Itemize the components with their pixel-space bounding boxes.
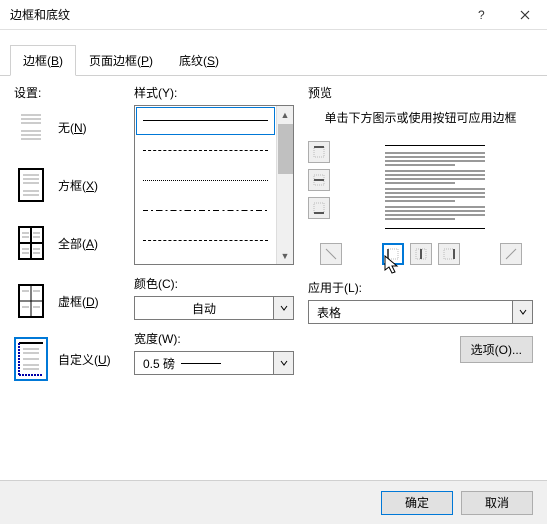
titlebar: 边框和底纹 ? [0,0,547,30]
style-label: 样式(Y): [134,84,294,101]
width-value: 0.5 磅 [134,351,274,375]
style-option-dotted[interactable] [135,166,276,196]
svg-text:?: ? [478,10,485,20]
tab-page-border[interactable]: 页面边框(P) [76,45,166,76]
edge-hmid-button[interactable] [308,169,330,191]
scroll-up-icon[interactable]: ▲ [277,106,293,123]
scroll-down-icon[interactable]: ▼ [277,247,293,264]
apply-value: 表格 [308,300,513,324]
width-combo[interactable]: 0.5 磅 [134,351,294,375]
color-label: 颜色(C): [134,275,294,292]
width-label: 宽度(W): [134,330,294,347]
preview-panel: 预览 单击下方图示或使用按钮可应用边框 [308,84,533,395]
style-scrollbar[interactable]: ▲ ▼ [276,106,293,264]
custom-icon [14,337,48,381]
help-button[interactable]: ? [459,0,503,30]
style-panel: 样式(Y): ▲ ▼ 颜色(C): 自动 宽度(W): 0.5 磅 [134,84,294,395]
options-button[interactable]: 选项(O)... [460,336,533,363]
tab-shading[interactable]: 底纹(S) [166,45,232,76]
tab-bar: 边框(B) 页面边框(P) 底纹(S) [0,30,547,76]
cancel-button[interactable]: 取消 [461,491,533,515]
preview-diagram[interactable] [336,141,533,233]
width-dropdown-button[interactable] [274,351,294,375]
color-combo[interactable]: 自动 [134,296,294,320]
edge-diag-down-button[interactable] [320,243,342,265]
edge-diag-up-button[interactable] [500,243,522,265]
width-sample-line [181,363,221,364]
setting-none[interactable]: 无(N) [14,105,120,149]
close-button[interactable] [503,0,547,30]
setting-custom[interactable]: 自定义(U) [14,337,120,381]
color-dropdown-button[interactable] [274,296,294,320]
all-icon [14,221,48,265]
style-listbox[interactable]: ▲ ▼ [134,105,294,265]
style-option-dashdot[interactable] [135,196,276,226]
edge-bottom-button[interactable] [308,197,330,219]
none-icon [14,105,48,149]
style-option-dashdotdot[interactable] [135,226,276,256]
tab-border[interactable]: 边框(B) [10,45,76,76]
apply-dropdown-button[interactable] [513,300,533,324]
style-option-solid[interactable] [135,106,276,136]
edge-left-button[interactable] [382,243,404,265]
settings-label: 设置: [14,84,120,101]
preview-hint: 单击下方图示或使用按钮可应用边框 [308,109,533,127]
apply-combo[interactable]: 表格 [308,300,533,324]
scroll-thumb[interactable] [278,124,293,174]
settings-panel: 设置: 无(N) 方框(X) 全部(A) 虚框(D) [14,84,120,395]
ok-button[interactable]: 确定 [381,491,453,515]
setting-box[interactable]: 方框(X) [14,163,120,207]
dialog-footer: 确定 取消 [0,480,547,524]
setting-grid[interactable]: 虚框(D) [14,279,120,323]
edge-vmid-button[interactable] [410,243,432,265]
style-option-dashed[interactable] [135,136,276,166]
preview-label: 预览 [308,84,533,101]
edge-top-button[interactable] [308,141,330,163]
box-icon [14,163,48,207]
apply-label: 应用于(L): [308,279,533,296]
edge-right-button[interactable] [438,243,460,265]
grid-icon [14,279,48,323]
setting-all[interactable]: 全部(A) [14,221,120,265]
color-value: 自动 [134,296,274,320]
window-title: 边框和底纹 [10,6,459,23]
